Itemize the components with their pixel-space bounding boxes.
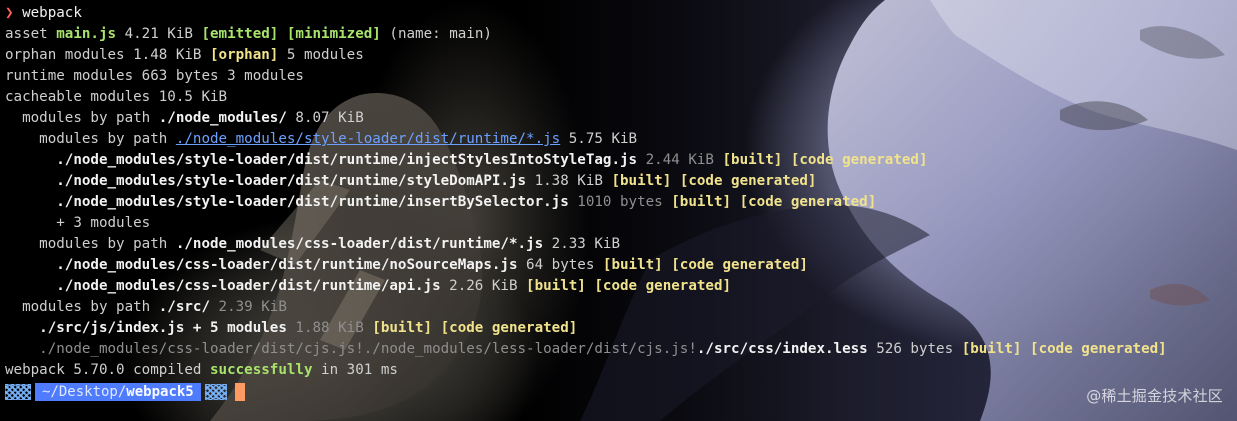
current-path[interactable]: ~/Desktop/webpack5: [35, 382, 201, 401]
status-tag: [built]: [526, 278, 586, 294]
terminal-output: ❯ webpack asset main.js 4.21 KiB [emitte…: [5, 3, 1237, 402]
output-text: in 301 ms: [312, 362, 398, 378]
output-text: modules by path: [5, 236, 176, 252]
watermark-text: @稀土掘金技术社区: [1086, 387, 1223, 405]
status-tag: [emitted]: [201, 26, 279, 42]
output-line: asset main.js 4.21 KiB [emitted] [minimi…: [5, 24, 1237, 45]
output-text: modules by path: [5, 299, 159, 315]
output-text: webpack 5.70.0 compiled: [5, 362, 210, 378]
output-text: 2.26 KiB: [440, 278, 527, 294]
path-prefix: ~/Desktop/: [42, 383, 127, 400]
output-text: 1.38 KiB: [526, 173, 612, 189]
status-tag: [built]: [602, 257, 663, 273]
status-tag: [code generated]: [594, 278, 732, 294]
status-tag: [orphan]: [210, 47, 279, 63]
output-line: orphan modules 1.48 KiB [orphan] 5 modul…: [5, 45, 1237, 66]
module-file: ./src/js/index.js + 5 modules: [5, 320, 287, 336]
output-text: 526 bytes: [867, 341, 962, 357]
output-line: modules by path ./node_modules/css-loade…: [5, 234, 1237, 255]
status-tag: [code generated]: [1030, 341, 1167, 357]
status-tag: [code generated]: [739, 194, 877, 210]
status-tag: [code generated]: [671, 257, 808, 273]
output-text: 8.07 KiB: [286, 110, 364, 126]
output-text: modules by path: [5, 131, 176, 147]
status-tag: [built]: [961, 341, 1022, 357]
command-line: ❯ webpack: [5, 3, 1237, 24]
status-tag: [built]: [611, 173, 672, 189]
status-tag: [code generated]: [440, 320, 578, 336]
module-file: ./node_modules/css-loader/dist/runtime/n…: [5, 257, 518, 273]
status-tag: [minimized]: [286, 26, 381, 42]
module-path-link[interactable]: ./node_modules/style-loader/dist/runtime…: [176, 131, 560, 147]
command-text: webpack: [22, 5, 82, 21]
output-line: ./node_modules/style-loader/dist/runtime…: [5, 150, 1237, 171]
output-line: runtime modules 663 bytes 3 modules: [5, 66, 1237, 87]
output-text: 5.75 KiB: [560, 131, 638, 147]
terminal-window[interactable]: ❯ webpack asset main.js 4.21 KiB [emitte…: [0, 0, 1237, 421]
output-text: 2.33 KiB: [543, 236, 621, 252]
module-file: ./src/css/index.less: [696, 341, 868, 357]
output-text: 1010 bytes: [568, 194, 672, 210]
output-line: modules by path ./src/ 2.39 KiB: [5, 297, 1237, 318]
output-line: + 3 modules: [5, 213, 1237, 234]
success-text: successfully: [210, 362, 313, 378]
output-text: runtime modules 663 bytes 3 modules: [5, 68, 304, 84]
output-line: ./node_modules/css-loader/dist/cjs.js!./…: [5, 339, 1237, 360]
module-file: ./node_modules/style-loader/dist/runtime…: [5, 194, 569, 210]
output-text: + 3 modules: [5, 215, 151, 231]
module-file: ./node_modules/style-loader/dist/runtime…: [5, 173, 527, 189]
output-text: cacheable modules 10.5 KiB: [5, 89, 228, 105]
output-text: modules by path: [5, 110, 159, 126]
status-tag: [built]: [372, 320, 433, 336]
status-tag: [code generated]: [790, 152, 928, 168]
output-text: orphan modules 1.48 KiB: [5, 47, 210, 63]
prompt-arrow-icon: ❯: [5, 5, 14, 21]
path-name: webpack5: [126, 383, 194, 400]
module-path: ./src/: [158, 299, 210, 315]
module-path: ./node_modules/css-loader/dist/runtime/*…: [175, 236, 544, 252]
cursor-icon: [234, 382, 245, 401]
output-line: ./node_modules/css-loader/dist/runtime/a…: [5, 276, 1237, 297]
output-text: 1.88 KiB: [286, 320, 373, 336]
module-file: ./node_modules/css-loader/dist/runtime/a…: [5, 278, 441, 294]
output-text: (name: main): [380, 26, 492, 42]
output-text: main.js: [56, 26, 117, 42]
module-file: ./node_modules/style-loader/dist/runtime…: [5, 152, 638, 168]
output-line: ./node_modules/css-loader/dist/runtime/n…: [5, 255, 1237, 276]
output-line: modules by path ./node_modules/ 8.07 KiB: [5, 108, 1237, 129]
prompt-pattern-icon: [5, 383, 31, 400]
status-tag: [code generated]: [679, 173, 817, 189]
output-line: modules by path ./node_modules/style-loa…: [5, 129, 1237, 150]
status-tag: [built]: [722, 152, 783, 168]
output-text: 2.44 KiB: [637, 152, 723, 168]
output-line: ./src/js/index.js + 5 modules 1.88 KiB […: [5, 318, 1237, 339]
output-text: 2.39 KiB: [210, 299, 287, 315]
output-text: 4.21 KiB: [116, 26, 202, 42]
module-path: ./node_modules/: [158, 110, 287, 126]
output-text: asset: [5, 26, 57, 42]
output-line: ./node_modules/style-loader/dist/runtime…: [5, 171, 1237, 192]
output-line: cacheable modules 10.5 KiB: [5, 87, 1237, 108]
output-line: ./node_modules/style-loader/dist/runtime…: [5, 192, 1237, 213]
output-text: 5 modules: [278, 47, 364, 63]
status-tag: [built]: [671, 194, 732, 210]
output-line: webpack 5.70.0 compiled successfully in …: [5, 360, 1237, 381]
prompt-tail-icon: [204, 383, 227, 400]
shell-prompt[interactable]: ~/Desktop/webpack5: [5, 381, 1237, 402]
output-text: 64 bytes: [517, 257, 603, 273]
output-text: ./node_modules/css-loader/dist/cjs.js!./…: [5, 341, 697, 357]
